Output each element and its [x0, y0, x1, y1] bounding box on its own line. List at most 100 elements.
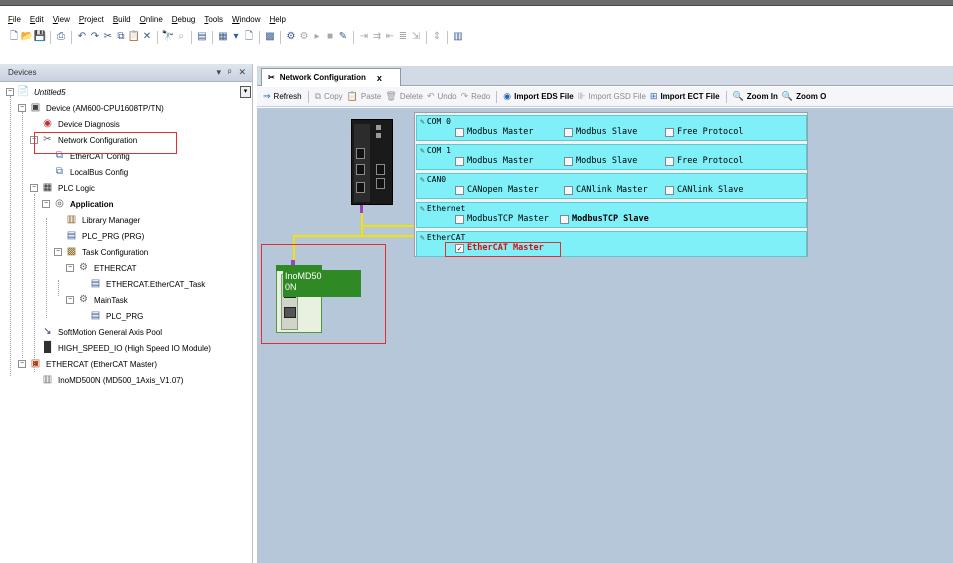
modbus-master-checkbox[interactable]: [455, 156, 464, 166]
menu-file[interactable]: File: [8, 15, 21, 24]
tree-node[interactable]: − ◎ Application: [42, 196, 114, 212]
import-gsd-button[interactable]: ⊪ Import GSD File: [578, 91, 646, 102]
collapse-toggle-icon[interactable]: −: [18, 104, 26, 112]
zoom-out-button[interactable]: 🔍 Zoom O: [782, 91, 826, 102]
dropdown-icon[interactable]: ▾: [230, 31, 242, 44]
reset-icon[interactable]: ✎: [337, 31, 349, 44]
menu-online[interactable]: Online: [140, 15, 163, 24]
menu-view[interactable]: View: [53, 15, 70, 24]
tree-node[interactable]: − ▩ Task Configuration: [54, 244, 148, 260]
tree-node[interactable]: − 📄 Untitled5: [6, 84, 66, 100]
option-modbus-slave[interactable]: Modbus Slave: [564, 156, 637, 166]
modbus-slave-checkbox[interactable]: [564, 127, 573, 137]
undo-icon[interactable]: ↶: [76, 31, 88, 44]
modbustcp-slave-checkbox[interactable]: [560, 214, 569, 224]
redo-button[interactable]: ↷ Redo: [461, 91, 491, 102]
grid-icon[interactable]: ▩: [264, 31, 276, 44]
menu-edit[interactable]: Edit: [30, 15, 44, 24]
zoom-in-button[interactable]: 🔍 Zoom In: [733, 91, 778, 102]
option-modbus-master[interactable]: Modbus Master: [455, 156, 534, 166]
import-eds-button[interactable]: ◉ Import EDS File: [503, 91, 573, 102]
import-ect-button[interactable]: ⊞ Import ECT File: [650, 91, 720, 102]
tree-node[interactable]: − ▣ ETHERCAT (EtherCAT Master): [18, 356, 157, 372]
force-icon[interactable]: ⇕: [431, 31, 443, 44]
tree-node[interactable]: ▤ PLC_PRG: [78, 308, 144, 324]
breakpoint-icon[interactable]: ≣: [397, 31, 409, 44]
copy-button[interactable]: ⧉ Copy: [315, 91, 343, 102]
option-free-protocol[interactable]: Free Protocol: [665, 127, 744, 137]
canopen-master-checkbox[interactable]: [455, 185, 464, 195]
monitor-icon[interactable]: ▥: [452, 31, 464, 44]
tree-node[interactable]: ▤ PLC_PRG (PRG): [54, 228, 144, 244]
start-icon[interactable]: ▸: [311, 31, 323, 44]
plc-device-image[interactable]: [351, 119, 393, 205]
menu-debug[interactable]: Debug: [172, 15, 196, 24]
collapse-toggle-icon[interactable]: −: [54, 248, 62, 256]
pin-icon[interactable]: ᵖ: [228, 67, 231, 78]
free-protocol-checkbox[interactable]: [665, 127, 674, 137]
close-icon[interactable]: ✕: [238, 67, 246, 78]
save-icon[interactable]: 💾: [34, 31, 46, 44]
build-icon[interactable]: ▦: [217, 31, 229, 44]
pane-dropdown-icon[interactable]: ▾: [217, 67, 222, 78]
stop-icon[interactable]: ■: [324, 31, 336, 44]
option-free-protocol[interactable]: Free Protocol: [665, 156, 744, 166]
collapse-toggle-icon[interactable]: −: [42, 200, 50, 208]
tree-node[interactable]: ▥ Library Manager: [54, 212, 140, 228]
collapse-toggle-icon[interactable]: −: [18, 360, 26, 368]
paste-button[interactable]: 📋 Paste: [347, 91, 382, 102]
menu-window[interactable]: Window: [232, 15, 260, 24]
print-icon[interactable]: ⎙: [55, 31, 67, 44]
modbus-slave-checkbox[interactable]: [564, 156, 573, 166]
tree-node[interactable]: ▥ InoMD500N (MD500_1Axis_V1.07): [30, 372, 184, 388]
run-to-cursor-icon[interactable]: ⇲: [410, 31, 422, 44]
view-icon[interactable]: ▤: [196, 31, 208, 44]
tree-node[interactable]: ◉ Device Diagnosis: [30, 116, 120, 132]
collapse-toggle-icon[interactable]: −: [30, 184, 38, 192]
step-over-icon[interactable]: ⇉: [371, 31, 383, 44]
collapse-toggle-icon[interactable]: −: [66, 296, 74, 304]
open-project-icon[interactable]: 📂: [21, 31, 33, 44]
menu-tools[interactable]: Tools: [204, 15, 223, 24]
tree-node[interactable]: ⧉ LocalBus Config: [42, 164, 128, 180]
option-modbustcp-slave[interactable]: ModbusTCP Slave: [560, 214, 649, 224]
replace-icon[interactable]: ⌕: [175, 31, 187, 44]
tree-node[interactable]: − ▣ Device (AM600-CPU1608TP/TN): [18, 100, 164, 116]
login-icon[interactable]: ⚙: [285, 31, 297, 44]
new-project-icon[interactable]: 🗋: [8, 31, 20, 44]
tree-node[interactable]: █ HIGH_SPEED_IO (High Speed IO Module): [30, 340, 211, 356]
tree-node[interactable]: − ⚙ ETHERCAT: [66, 260, 137, 276]
modbus-master-checkbox[interactable]: [455, 127, 464, 137]
tree-node[interactable]: − ▦ PLC Logic: [30, 180, 95, 196]
free-protocol-checkbox[interactable]: [665, 156, 674, 166]
page-icon[interactable]: 🗋: [243, 31, 255, 44]
canlink-master-checkbox[interactable]: [564, 185, 573, 195]
collapse-toggle-icon[interactable]: −: [66, 264, 74, 272]
tree-node[interactable]: − ⚙ MainTask: [66, 292, 128, 308]
option-modbustcp-master[interactable]: ModbusTCP Master: [455, 214, 549, 224]
option-canlink-master[interactable]: CANlink Master: [564, 185, 648, 195]
option-modbus-master[interactable]: Modbus Master: [455, 127, 534, 137]
canlink-slave-checkbox[interactable]: [665, 185, 674, 195]
collapse-toggle-icon[interactable]: −: [6, 88, 14, 96]
refresh-button[interactable]: ⇒ Refresh: [263, 91, 302, 102]
tree-dropdown-button[interactable]: ▾: [240, 86, 251, 98]
tree-node[interactable]: ↘ SoftMotion General Axis Pool: [30, 324, 162, 340]
tree-node[interactable]: ▤ ETHERCAT.EtherCAT_Task: [78, 276, 206, 292]
find-icon[interactable]: 🔭: [162, 31, 174, 44]
step-into-icon[interactable]: ⇥: [358, 31, 370, 44]
copy-icon[interactable]: ⧉: [115, 31, 127, 44]
network-canvas[interactable]: InoMD50 0N ✎ COM 0 Modbus Master Modbus Slav…: [257, 108, 953, 563]
delete-button[interactable]: 🗑 Delete: [385, 91, 423, 102]
delete-icon[interactable]: ✕: [141, 31, 153, 44]
tab-network-configuration[interactable]: ✂ Network Configuration x: [261, 68, 401, 86]
menu-help[interactable]: Help: [270, 15, 286, 24]
option-canopen-master[interactable]: CANopen Master: [455, 185, 539, 195]
undo-button[interactable]: ↶ Undo: [427, 91, 457, 102]
step-out-icon[interactable]: ⇤: [384, 31, 396, 44]
redo-icon[interactable]: ↷: [89, 31, 101, 44]
menu-project[interactable]: Project: [79, 15, 104, 24]
option-modbus-slave[interactable]: Modbus Slave: [564, 127, 637, 137]
logout-icon[interactable]: ⚙: [298, 31, 310, 44]
paste-icon[interactable]: 📋: [128, 31, 140, 44]
